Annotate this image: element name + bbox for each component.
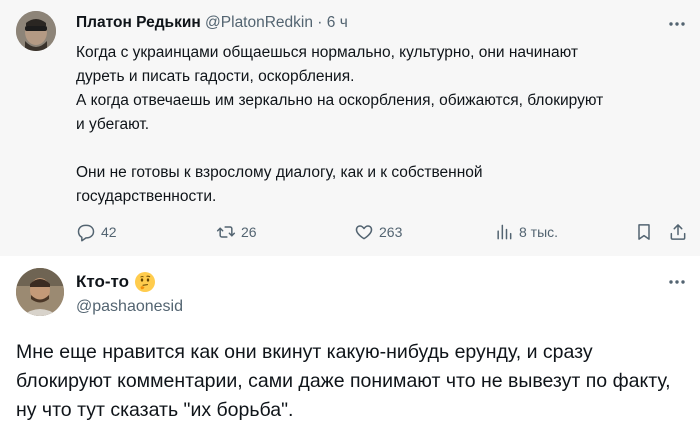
retweet-icon <box>216 226 236 238</box>
avatar-photo <box>16 268 64 316</box>
bookmark-button[interactable] <box>634 220 659 244</box>
views-chart-icon <box>497 224 512 240</box>
tweet-text-line: А когда отвечаешь им зеркально на оскорб… <box>76 92 604 109</box>
original-tweet[interactable]: Платон Редькин @PlatonRedkin · 6 ч Когда… <box>0 0 700 256</box>
tweet-text-line: дуреть и писать гадости, оскорбления. <box>76 68 355 85</box>
more-dots-icon[interactable] <box>666 272 688 292</box>
more-dots-icon[interactable] <box>666 14 688 34</box>
retweet-count: 26 <box>241 224 257 240</box>
retweet-button[interactable]: 26 <box>216 220 257 244</box>
author-name[interactable]: Платон Редькин <box>76 14 201 31</box>
reply-author-name[interactable]: Кто-то <box>76 272 129 292</box>
tweet-text-line: государственности. <box>76 188 217 205</box>
separator-dot: · <box>317 14 323 31</box>
bookmark-icon <box>638 224 650 240</box>
share-icon <box>670 224 686 240</box>
tweet-text-line: Они не готовы к взрослому диалогу, как и… <box>76 164 483 181</box>
like-count: 263 <box>379 224 403 240</box>
author-handle[interactable]: @PlatonRedkin <box>205 14 313 31</box>
views-button[interactable]: 8 тыс. <box>494 220 558 244</box>
avatar-photo <box>16 11 56 51</box>
reply-author-row: Кто-то <box>76 272 156 292</box>
like-button[interactable]: 263 <box>354 220 402 244</box>
reply-tweet[interactable]: Кто-то @pashaonesid Мне еще нравится как… <box>0 256 700 428</box>
views-count: 8 тыс. <box>519 224 559 240</box>
tweet-time[interactable]: 6 ч <box>327 14 348 31</box>
tweet-actions: 42 26 263 8 тыс. <box>76 220 688 244</box>
reply-button[interactable]: 42 <box>76 220 117 244</box>
tweet-text-line: и убегают. <box>76 116 150 133</box>
reply-count: 42 <box>101 224 117 240</box>
reply-author-avatar[interactable] <box>16 268 64 316</box>
tweet-text: Когда с украинцами общаешься нормально, … <box>76 41 686 209</box>
author-avatar[interactable] <box>16 11 56 51</box>
share-button[interactable] <box>668 220 693 244</box>
reply-icon <box>77 224 95 242</box>
heart-icon <box>355 225 373 240</box>
reply-text: Мне еще нравится как они вкинут какую-ни… <box>16 341 671 421</box>
thinking-face-emoji <box>135 272 156 292</box>
tweet-header: Платон Редькин @PlatonRedkin · 6 ч <box>76 13 348 33</box>
reply-author-handle[interactable]: @pashaonesid <box>76 298 183 316</box>
tweet-text-line: Когда с украинцами общаешься нормально, … <box>76 44 579 61</box>
